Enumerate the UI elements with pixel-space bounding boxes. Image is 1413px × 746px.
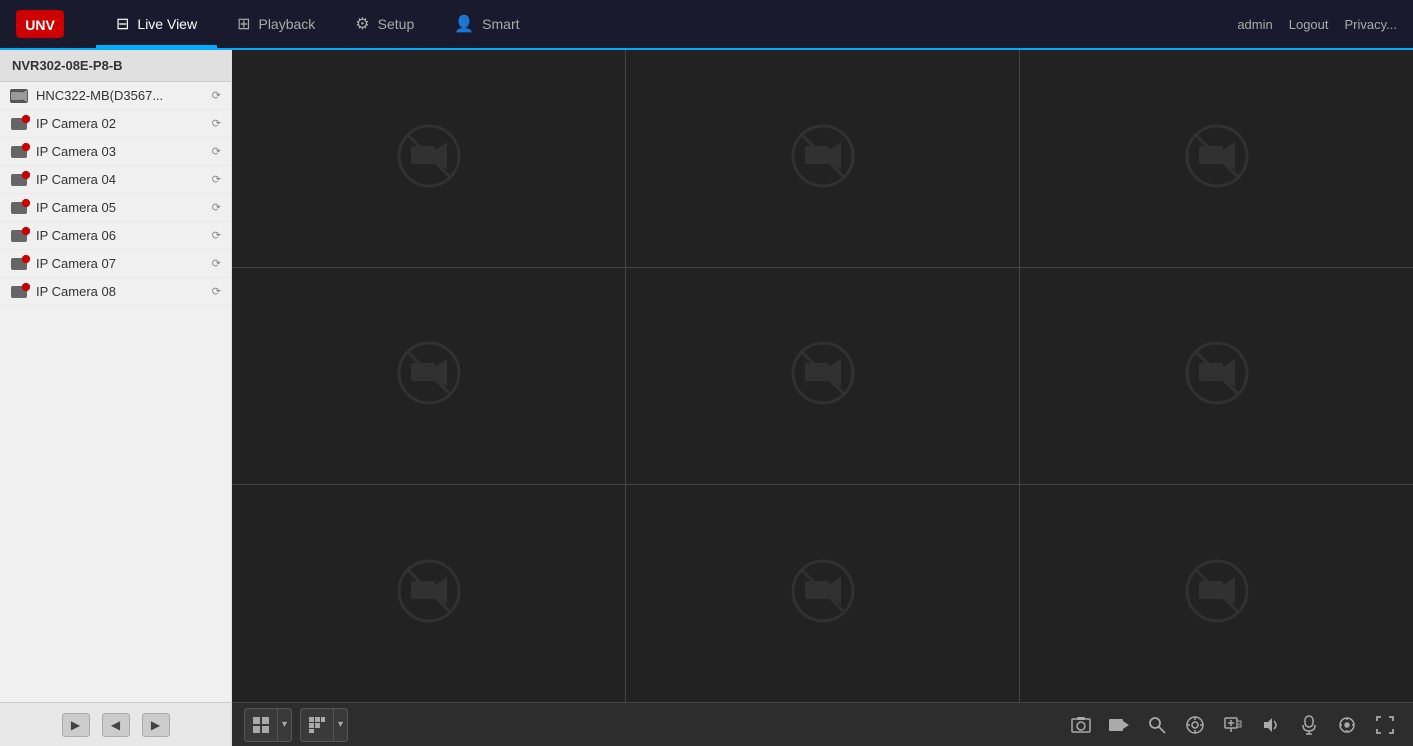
person-icon: 👤 xyxy=(454,14,474,34)
sequence-dropdown-arrow[interactable]: ▾ xyxy=(333,709,347,741)
camera-label-3: IP Camera 03 xyxy=(36,144,208,159)
camera-refresh-4[interactable]: ⟳ xyxy=(212,173,221,186)
camera-item-7[interactable]: IP Camera 07 ⟳ xyxy=(0,250,231,278)
device-name: NVR302-08E-P8-B xyxy=(0,50,231,82)
camera-item-4[interactable]: IP Camera 04 ⟳ xyxy=(0,166,231,194)
next-button[interactable]: ▶ xyxy=(142,713,170,737)
monitor-icon: ⊟ xyxy=(116,14,129,34)
cam-watermark-2 xyxy=(791,124,855,193)
color-button[interactable] xyxy=(1331,709,1363,741)
camera-icon-4 xyxy=(10,173,28,187)
video-cell-5[interactable] xyxy=(626,268,1019,485)
cam-watermark-5 xyxy=(791,341,855,410)
camera-refresh-7[interactable]: ⟳ xyxy=(212,257,221,270)
sidebar: NVR302-08E-P8-B HNC322-MB(D3567... ⟳ IP xyxy=(0,50,232,746)
camera-label-5: IP Camera 05 xyxy=(36,200,208,215)
camera-refresh-2[interactable]: ⟳ xyxy=(212,117,221,130)
video-cell-6[interactable] xyxy=(1020,268,1413,485)
video-cell-8[interactable] xyxy=(626,485,1019,702)
video-cell-1[interactable] xyxy=(232,50,625,267)
fullscreen-button[interactable] xyxy=(1369,709,1401,741)
camera-label-6: IP Camera 06 xyxy=(36,228,208,243)
camera-item-6[interactable]: IP Camera 06 ⟳ xyxy=(0,222,231,250)
video-cell-3[interactable] xyxy=(1020,50,1413,267)
nav-items: ⊟ Live View ⊞ Playback ⚙ Setup 👤 Smart xyxy=(96,0,1237,48)
microphone-button[interactable] xyxy=(1293,709,1325,741)
camera-item-8[interactable]: IP Camera 08 ⟳ xyxy=(0,278,231,306)
cam-watermark-4 xyxy=(397,341,461,410)
sidebar-footer: ▶ ◀ ▶ xyxy=(0,702,231,746)
logout-button[interactable]: Logout xyxy=(1289,17,1329,32)
camera-icon-3 xyxy=(10,145,28,159)
cam-watermark-6 xyxy=(1185,341,1249,410)
toolbar-right: + xyxy=(1065,709,1401,741)
record-button[interactable] xyxy=(1103,709,1135,741)
cam-watermark-9 xyxy=(1185,559,1249,628)
ptz-button[interactable] xyxy=(1179,709,1211,741)
layout-dropdown-arrow[interactable]: ▾ xyxy=(277,709,291,741)
screenshot-button[interactable] xyxy=(1065,709,1097,741)
camera-label-8: IP Camera 08 xyxy=(36,284,208,299)
camera-item-3[interactable]: IP Camera 03 ⟳ xyxy=(0,138,231,166)
camera-refresh-3[interactable]: ⟳ xyxy=(212,145,221,158)
prev-button[interactable]: ◀ xyxy=(102,713,130,737)
logo: UNV xyxy=(16,10,64,38)
camera-item-1[interactable]: HNC322-MB(D3567... ⟳ xyxy=(0,82,231,110)
gear-icon: ⚙ xyxy=(355,14,369,34)
camera-refresh-5[interactable]: ⟳ xyxy=(212,201,221,214)
nav-label-live-view: Live View xyxy=(137,16,197,32)
nav-label-smart: Smart xyxy=(482,16,519,32)
camera-icon-7 xyxy=(10,257,28,271)
camera-item-2[interactable]: IP Camera 02 ⟳ xyxy=(0,110,231,138)
nav-item-live-view[interactable]: ⊟ Live View xyxy=(96,0,217,48)
svg-text:UNV: UNV xyxy=(25,17,55,33)
grid-layout-button[interactable] xyxy=(245,709,277,741)
grid-icon: ⊞ xyxy=(237,14,250,34)
video-cell-7[interactable] xyxy=(232,485,625,702)
camera-label-1: HNC322-MB(D3567... xyxy=(36,88,208,103)
camera-refresh-6[interactable]: ⟳ xyxy=(212,229,221,242)
navbar: UNV ⊟ Live View ⊞ Playback ⚙ Setup 👤 Sma… xyxy=(0,0,1413,50)
sequence-button[interactable] xyxy=(301,709,333,741)
camera-icon-8 xyxy=(10,285,28,299)
camera-refresh-8[interactable]: ⟳ xyxy=(212,285,221,298)
play-button[interactable]: ▶ xyxy=(62,713,90,737)
camera-icon-6 xyxy=(10,229,28,243)
main-layout: NVR302-08E-P8-B HNC322-MB(D3567... ⟳ IP xyxy=(0,50,1413,746)
layout-button-group[interactable]: ▾ xyxy=(244,708,292,742)
nav-right: admin Logout Privacy... xyxy=(1237,17,1397,32)
nav-item-playback[interactable]: ⊞ Playback xyxy=(217,0,335,48)
username-label: admin xyxy=(1237,17,1272,32)
camera-refresh-1[interactable]: ⟳ xyxy=(212,89,221,102)
audio-button[interactable] xyxy=(1255,709,1287,741)
bottom-toolbar: ▾ ▾ xyxy=(232,702,1413,746)
digital-zoom-button[interactable]: + xyxy=(1217,709,1249,741)
video-area: ▾ ▾ xyxy=(232,50,1413,746)
privacy-button[interactable]: Privacy... xyxy=(1345,17,1398,32)
nav-item-setup[interactable]: ⚙ Setup xyxy=(335,0,434,48)
cam-watermark-7 xyxy=(397,559,461,628)
cam-watermark-8 xyxy=(791,559,855,628)
cam-watermark-1 xyxy=(397,124,461,193)
camera-icon-1 xyxy=(10,89,28,103)
nav-label-playback: Playback xyxy=(258,16,315,32)
svg-text:+: + xyxy=(1238,722,1241,728)
cam-watermark-3 xyxy=(1185,124,1249,193)
nav-label-setup: Setup xyxy=(378,16,415,32)
video-cell-2[interactable] xyxy=(626,50,1019,267)
nav-item-smart[interactable]: 👤 Smart xyxy=(434,0,539,48)
sequence-button-group[interactable]: ▾ xyxy=(300,708,348,742)
camera-label-4: IP Camera 04 xyxy=(36,172,208,187)
video-cell-9[interactable] xyxy=(1020,485,1413,702)
camera-list: HNC322-MB(D3567... ⟳ IP Camera 02 ⟳ IP C… xyxy=(0,82,231,702)
search-button[interactable] xyxy=(1141,709,1173,741)
camera-icon-5 xyxy=(10,201,28,215)
camera-item-5[interactable]: IP Camera 05 ⟳ xyxy=(0,194,231,222)
camera-label-7: IP Camera 07 xyxy=(36,256,208,271)
camera-label-2: IP Camera 02 xyxy=(36,116,208,131)
video-cell-4[interactable] xyxy=(232,268,625,485)
camera-icon-2 xyxy=(10,117,28,131)
video-grid xyxy=(232,50,1413,702)
